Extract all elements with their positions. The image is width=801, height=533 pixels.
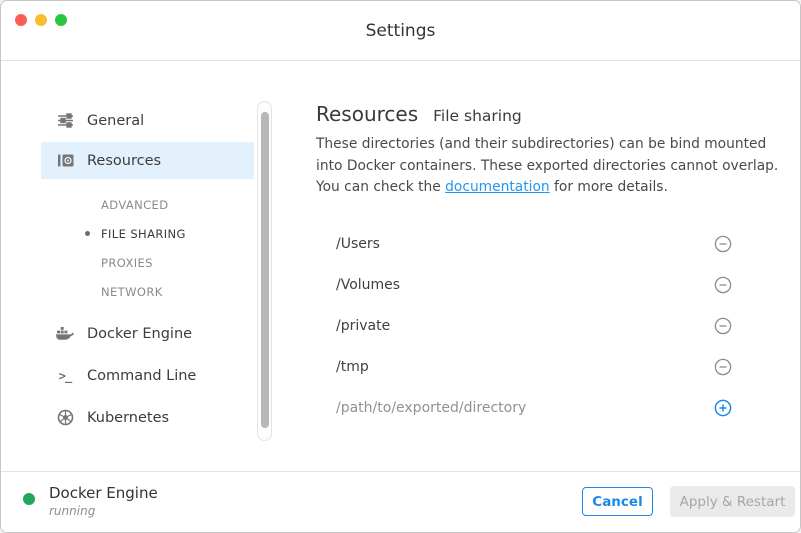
shared-directory-row: /tmp	[336, 347, 732, 387]
active-subitem-bullet	[85, 231, 90, 236]
sidebar-scrollbar-thumb[interactable]	[261, 112, 269, 428]
shared-directory-row: /Volumes	[336, 265, 732, 305]
remove-directory-button[interactable]	[714, 235, 732, 253]
directory-path: /private	[336, 318, 390, 334]
sidebar-subitem-advanced[interactable]: ADVANCED	[101, 196, 168, 214]
minus-circle-icon	[714, 358, 732, 376]
resources-icon	[56, 152, 74, 170]
remove-directory-button[interactable]	[714, 358, 732, 376]
shared-directory-row: /Users	[336, 224, 732, 264]
page-title: Resources	[316, 102, 418, 126]
sidebar-item-general[interactable]: General	[41, 102, 254, 139]
sidebar-subitem-network[interactable]: NETWORK	[101, 283, 163, 301]
minus-circle-icon	[714, 317, 732, 335]
add-directory-button[interactable]	[714, 399, 732, 417]
description-text-after: for more details.	[550, 179, 668, 195]
directory-path: /Volumes	[336, 277, 400, 293]
plus-circle-icon	[714, 399, 732, 417]
shared-directory-row: /private	[336, 306, 732, 346]
sidebar-item-label: General	[87, 113, 144, 129]
sidebar-item-docker-engine[interactable]: Docker Engine	[41, 315, 254, 352]
page-header: Resources File sharing	[316, 102, 522, 126]
remove-directory-button[interactable]	[714, 276, 732, 294]
sliders-icon	[56, 112, 74, 130]
new-directory-input[interactable]	[336, 400, 666, 416]
documentation-link[interactable]: documentation	[445, 179, 550, 195]
sidebar-item-command-line[interactable]: >_ Command Line	[41, 357, 254, 394]
directory-path: /Users	[336, 236, 380, 252]
directory-path: /tmp	[336, 359, 369, 375]
add-directory-row	[336, 388, 732, 428]
engine-running-dot	[23, 493, 35, 505]
sidebar-item-label: Kubernetes	[87, 410, 169, 426]
engine-name: Docker Engine	[49, 484, 158, 502]
whale-icon	[56, 325, 74, 343]
sidebar-item-label: Command Line	[87, 368, 196, 384]
sidebar-item-resources[interactable]: Resources	[41, 142, 254, 179]
window-title: Settings	[1, 1, 800, 61]
engine-status: running	[49, 504, 95, 518]
sidebar-item-label: Docker Engine	[87, 326, 192, 342]
page-subtitle: File sharing	[433, 107, 522, 125]
minus-circle-icon	[714, 235, 732, 253]
sidebar-subitem-proxies[interactable]: PROXIES	[101, 254, 153, 272]
titlebar: Settings	[1, 1, 800, 61]
status-bar: Docker Engine running Cancel Apply & Res…	[1, 471, 800, 533]
kubernetes-icon	[56, 409, 74, 427]
terminal-icon: >_	[56, 367, 74, 385]
sidebar-scrollbar[interactable]	[257, 101, 272, 441]
cancel-button[interactable]: Cancel	[582, 487, 653, 516]
settings-window: Settings General Resources ADVANCED FILE…	[0, 0, 801, 533]
sidebar-item-label: Resources	[87, 153, 161, 169]
remove-directory-button[interactable]	[714, 317, 732, 335]
sidebar-subitem-file-sharing[interactable]: FILE SHARING	[101, 225, 186, 243]
minus-circle-icon	[714, 276, 732, 294]
apply-restart-button[interactable]: Apply & Restart	[670, 486, 795, 517]
file-sharing-description: These directories (and their subdirector…	[316, 134, 784, 199]
sidebar-item-kubernetes[interactable]: Kubernetes	[41, 399, 254, 436]
